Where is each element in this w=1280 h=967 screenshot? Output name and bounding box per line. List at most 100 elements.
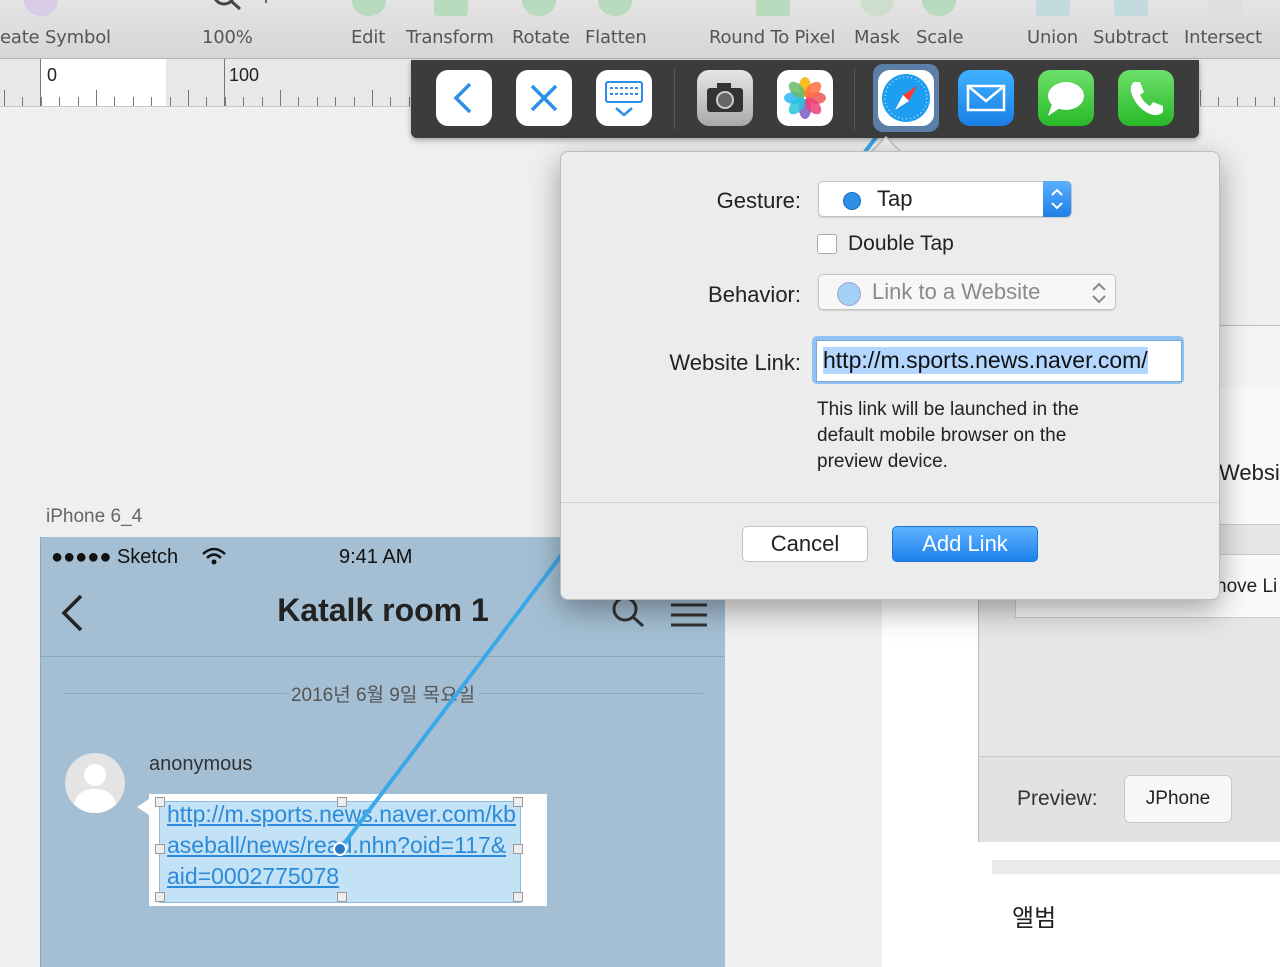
ruler-tick <box>206 97 208 106</box>
toolbar-edit[interactable]: Edit <box>351 27 385 48</box>
gesture-label: Gesture: <box>716 188 801 213</box>
behavior-select[interactable]: Link to a Website <box>818 274 1116 310</box>
divider <box>992 860 1280 874</box>
ruler-label-0: 0 <box>47 65 58 85</box>
remove-link-label: nove Li <box>1216 576 1278 597</box>
double-tap-label[interactable]: Double Tap <box>848 232 954 256</box>
link-popover: Gesture: Tap Double Tap Behavior: Link t… <box>560 151 1220 600</box>
ruler-tick <box>243 97 245 106</box>
resize-handle[interactable] <box>513 892 523 902</box>
ruler-tick <box>22 97 24 106</box>
help-text-line: default mobile browser on the <box>817 425 1067 446</box>
ruler-tick <box>1218 97 1220 106</box>
ruler-tick <box>298 97 300 106</box>
add-link-button[interactable]: Add Link <box>892 526 1038 562</box>
ruler-tick <box>316 97 318 106</box>
resize-handle[interactable] <box>155 844 165 854</box>
toolbar-zoom-level[interactable]: 100% <box>202 27 253 48</box>
artboard-label[interactable]: iPhone 6_4 <box>46 506 142 528</box>
ruler-tick <box>59 97 61 106</box>
icon-bar-separator <box>674 68 675 130</box>
toolbar-union[interactable]: Union <box>1027 27 1078 48</box>
symbol-icon <box>24 0 58 16</box>
wifi-icon <box>202 547 226 565</box>
ruler-tick <box>1273 97 1275 106</box>
camera-icon[interactable] <box>697 70 753 126</box>
resize-handle[interactable] <box>155 797 165 807</box>
preview-label: Preview: <box>1017 787 1098 810</box>
ruler-tick <box>390 97 392 106</box>
iphone-artboard[interactable]: ●●●●● Sketch 9:41 AM Katalk room 1 2016년… <box>40 537 725 967</box>
popover-arrow <box>872 138 900 152</box>
toolbar-flatten[interactable]: Flatten <box>585 27 647 48</box>
resize-handle[interactable] <box>337 797 347 807</box>
toolbar-create-symbol[interactable]: eate Symbol <box>0 27 111 48</box>
mail-icon[interactable] <box>958 70 1014 126</box>
ruler-tick <box>1255 97 1257 106</box>
website-link-input[interactable]: http://m.sports.news.naver.com/ <box>816 340 1182 382</box>
photos-icon[interactable] <box>777 70 833 126</box>
ruler-tick <box>280 90 281 106</box>
toolbar-subtract[interactable]: Subtract <box>1093 27 1168 48</box>
help-text-line: This link will be launched in the <box>817 399 1079 420</box>
gesture-tap-dot-icon <box>843 192 861 210</box>
transform-icon <box>434 0 468 16</box>
resize-handle[interactable] <box>513 844 523 854</box>
ruler-tick <box>4 90 5 106</box>
ruler-label-100: 100 <box>229 65 260 85</box>
intersect-icon <box>1208 0 1242 16</box>
gesture-value: Tap <box>877 186 913 211</box>
gesture-select[interactable]: Tap <box>818 181 1072 217</box>
close-icon[interactable] <box>516 70 572 126</box>
status-carrier: ●●●●● Sketch <box>51 546 179 568</box>
cancel-button[interactable]: Cancel <box>742 526 868 562</box>
safari-small-icon <box>837 282 861 306</box>
website-link-label: Website Link: <box>669 350 801 375</box>
toolbar-mask[interactable]: Mask <box>854 27 900 48</box>
safari-icon-selected[interactable] <box>873 64 939 132</box>
resize-handle[interactable] <box>513 797 523 807</box>
ruler-tick <box>151 97 153 106</box>
toolbar-round-to-pixel[interactable]: Round To Pixel <box>709 27 835 48</box>
subtract-icon <box>1114 0 1148 16</box>
round-to-pixel-icon <box>756 0 790 16</box>
website-help-text: This link will be launched in the defaul… <box>817 397 1157 475</box>
scale-icon <box>922 0 956 16</box>
toolbar-rotate[interactable]: Rotate <box>512 27 570 48</box>
inspector-website-label: Websi <box>1219 460 1280 485</box>
website-link-value: http://m.sports.news.naver.com/ <box>823 347 1148 374</box>
inspector-preview-bar: Preview: JPhone <box>979 756 1280 842</box>
phone-icon[interactable] <box>1118 70 1174 126</box>
resize-handle[interactable] <box>155 892 165 902</box>
help-text-line: preview device. <box>817 451 948 472</box>
ruler-tick <box>408 97 410 106</box>
icon-bar-separator <box>854 68 855 130</box>
sender-name: anonymous <box>149 753 253 775</box>
bubble-tail <box>137 799 149 815</box>
resize-handle[interactable] <box>337 892 347 902</box>
keyboard-icon[interactable] <box>596 70 652 126</box>
ruler-tick <box>132 97 134 106</box>
back-icon[interactable] <box>436 70 492 126</box>
behavior-label: Behavior: <box>708 282 801 307</box>
ruler-tick <box>372 90 373 106</box>
select-updown-icon <box>1092 282 1106 304</box>
menu-icon[interactable] <box>669 601 709 629</box>
ruler-major-tick <box>40 59 41 106</box>
zoom-icon[interactable] <box>178 0 278 18</box>
ruler-tick <box>1236 97 1238 106</box>
message-link[interactable]: http://m.sports.news.naver.com/kbaseball… <box>167 799 517 892</box>
ruler-major-tick <box>224 59 225 106</box>
search-icon[interactable] <box>611 595 647 629</box>
ruler-tick <box>188 90 189 106</box>
date-label: 2016년 6월 9일 목요일 <box>286 685 480 706</box>
avatar[interactable] <box>65 753 125 813</box>
mask-icon <box>860 0 894 16</box>
toolbar-transform[interactable]: Transform <box>406 27 494 48</box>
ruler-tick <box>77 97 79 106</box>
preview-device-button[interactable]: JPhone <box>1124 775 1232 823</box>
toolbar-scale[interactable]: Scale <box>916 27 964 48</box>
double-tap-checkbox[interactable] <box>817 234 837 254</box>
toolbar-intersect[interactable]: Intersect <box>1184 27 1262 48</box>
messages-icon[interactable] <box>1038 70 1094 126</box>
